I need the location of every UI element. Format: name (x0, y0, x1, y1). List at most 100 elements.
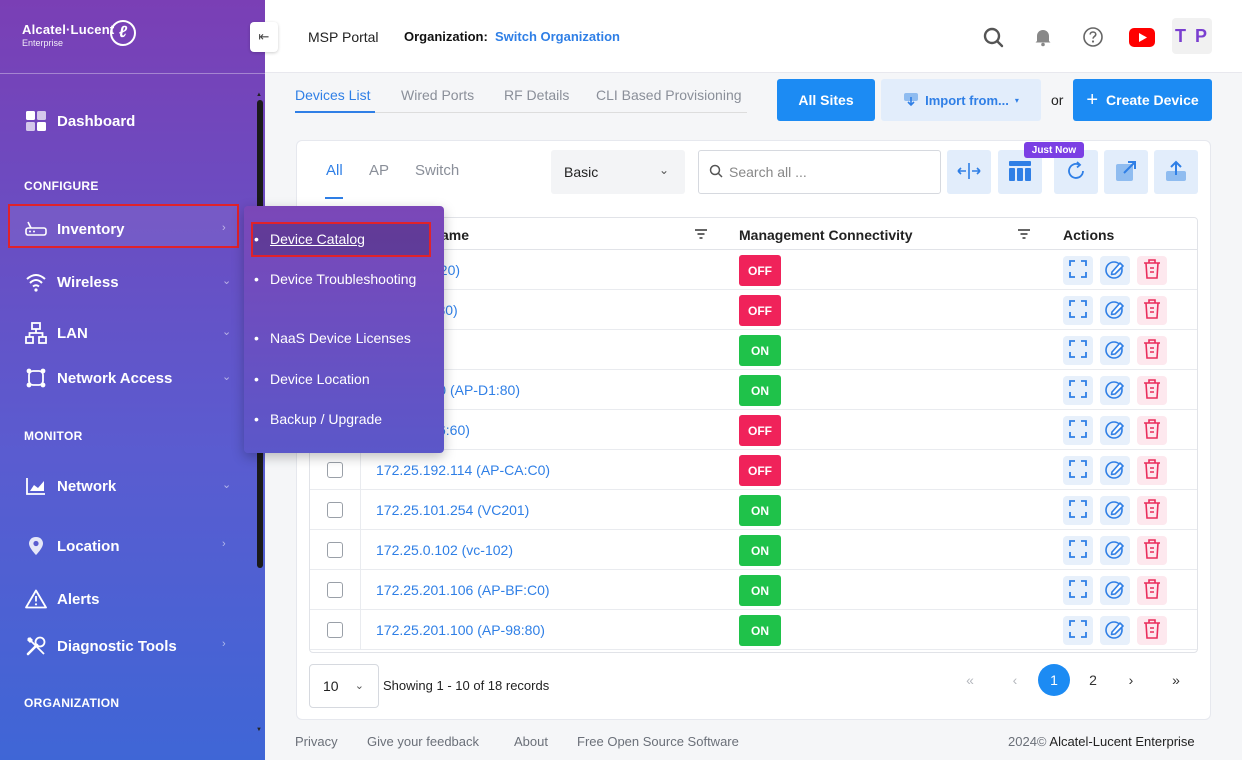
page-button-1[interactable]: 1 (1038, 664, 1070, 696)
resize-columns-button[interactable] (947, 150, 991, 194)
flyout-item-backup-upgrade[interactable]: Backup / Upgrade (254, 410, 430, 429)
create-device-button[interactable]: + Create Device (1073, 79, 1212, 121)
delete-button[interactable] (1137, 576, 1167, 605)
flyout-item-device-troubleshooting[interactable]: Device Troubleshooting (254, 270, 430, 289)
expand-button[interactable] (1063, 536, 1093, 565)
sidebar-item-network-access[interactable]: Network Access (24, 367, 172, 389)
tab-cli-based-provisioning[interactable]: CLI Based Provisioning (596, 87, 742, 103)
delete-button[interactable] (1137, 296, 1167, 325)
edit-button[interactable] (1100, 536, 1130, 565)
edit-button[interactable] (1100, 256, 1130, 285)
footer-link-feedback[interactable]: Give your feedback (367, 734, 479, 749)
scroll-up-icon[interactable]: ▲ (256, 92, 262, 98)
tab-devices-list[interactable]: Devices List (295, 87, 370, 103)
edit-button[interactable] (1100, 616, 1130, 645)
page-size-select[interactable]: 10 ⌄ (309, 664, 379, 708)
expand-button[interactable] (1063, 296, 1093, 325)
view-select[interactable]: Basic ⌄ (551, 150, 685, 194)
bell-icon[interactable] (1032, 26, 1054, 48)
column-header-name[interactable]: ame (441, 227, 469, 243)
edit-button[interactable] (1100, 456, 1130, 485)
previous-page-button[interactable]: ‹ (999, 664, 1031, 696)
sidebar-item-lan[interactable]: LAN (24, 322, 88, 344)
row-checkbox[interactable] (327, 542, 343, 558)
sidebar-item-wireless[interactable]: Wireless (24, 271, 119, 293)
last-page-button[interactable]: » (1160, 664, 1192, 696)
sidebar-item-label: Inventory (57, 220, 125, 238)
scroll-down-icon[interactable]: ▼ (256, 727, 262, 733)
expand-button[interactable] (1063, 576, 1093, 605)
row-checkbox[interactable] (327, 462, 343, 478)
delete-button[interactable] (1137, 256, 1167, 285)
delete-button[interactable] (1137, 416, 1167, 445)
edit-button[interactable] (1100, 296, 1130, 325)
brand-logo[interactable]: Alcatel·Lucent Enterprise (22, 22, 114, 48)
footer-link-open-source[interactable]: Free Open Source Software (577, 734, 739, 749)
footer-link-privacy[interactable]: Privacy (295, 734, 338, 749)
flyout-item-device-location[interactable]: Device Location (254, 370, 430, 389)
device-name-link[interactable]: 172.25.201.100 (AP-98:80) (376, 622, 545, 638)
search-field[interactable] (698, 150, 941, 194)
row-checkbox[interactable] (327, 502, 343, 518)
device-name-link[interactable]: 172.25.0.102 (vc-102) (376, 542, 513, 558)
row-checkbox[interactable] (327, 582, 343, 598)
column-header-management-connectivity[interactable]: Management Connectivity (739, 227, 912, 243)
device-name-link[interactable]: 172.25.201.106 (AP-BF:C0) (376, 582, 550, 598)
active-subtab-indicator (325, 197, 343, 199)
edit-button[interactable] (1100, 376, 1130, 405)
subtab-ap[interactable]: AP (369, 162, 389, 179)
footer-link-about[interactable]: About (514, 734, 548, 749)
next-page-button[interactable]: › (1115, 664, 1147, 696)
user-avatar[interactable]: T P (1172, 18, 1212, 54)
device-name-link[interactable]: 172.25.192.114 (AP-CA:C0) (376, 462, 550, 478)
tab-wired-ports[interactable]: Wired Ports (401, 87, 474, 103)
expand-icon (1068, 579, 1088, 602)
expand-button[interactable] (1063, 496, 1093, 525)
first-page-button[interactable]: « (954, 664, 986, 696)
expand-button[interactable] (1063, 256, 1093, 285)
collapse-sidebar-button[interactable]: ⇤ (250, 22, 278, 52)
edit-button[interactable] (1100, 576, 1130, 605)
sidebar-item-location[interactable]: Location (24, 535, 120, 557)
flyout-item-naas-device-licenses[interactable]: NaaS Device Licenses (254, 329, 430, 348)
sidebar-item-network[interactable]: Network (24, 475, 116, 497)
search-input[interactable] (729, 164, 919, 180)
sidebar-item-dashboard[interactable]: Dashboard (24, 110, 135, 132)
filter-icon[interactable] (1017, 227, 1031, 243)
edit-button[interactable] (1100, 336, 1130, 365)
filter-icon[interactable] (694, 227, 708, 243)
switch-organization-link[interactable]: Switch Organization (495, 29, 620, 44)
subtab-switch[interactable]: Switch (415, 162, 459, 179)
expand-button[interactable] (1063, 616, 1093, 645)
sidebar-item-label: Dashboard (57, 112, 136, 130)
open-external-button[interactable] (1104, 150, 1148, 194)
delete-button[interactable] (1137, 376, 1167, 405)
delete-button[interactable] (1137, 536, 1167, 565)
sidebar-item-diagnostic-tools[interactable]: Diagnostic Tools (24, 635, 177, 657)
page-button-2[interactable]: 2 (1077, 664, 1109, 696)
all-sites-button[interactable]: All Sites (777, 79, 875, 121)
delete-button[interactable] (1137, 616, 1167, 645)
expand-button[interactable] (1063, 456, 1093, 485)
youtube-icon[interactable] (1129, 26, 1155, 48)
column-divider (360, 610, 361, 650)
expand-button[interactable] (1063, 376, 1093, 405)
sidebar-item-alerts[interactable]: Alerts (24, 588, 100, 610)
edit-button[interactable] (1100, 496, 1130, 525)
subtab-all[interactable]: All (326, 162, 343, 179)
device-name-link[interactable]: 172.25.101.254 (VC201) (376, 502, 529, 518)
flyout-item-device-catalog[interactable]: Device Catalog (254, 230, 430, 249)
import-from-button[interactable]: Import from... ▾ (881, 79, 1041, 121)
edit-button[interactable] (1100, 416, 1130, 445)
delete-button[interactable] (1137, 336, 1167, 365)
search-icon[interactable] (982, 26, 1004, 48)
tab-rf-details[interactable]: RF Details (504, 87, 569, 103)
delete-button[interactable] (1137, 496, 1167, 525)
export-button[interactable] (1154, 150, 1198, 194)
help-icon[interactable] (1082, 26, 1104, 48)
sidebar-item-inventory[interactable]: Inventory (24, 218, 125, 240)
delete-button[interactable] (1137, 456, 1167, 485)
expand-button[interactable] (1063, 416, 1093, 445)
expand-button[interactable] (1063, 336, 1093, 365)
row-checkbox[interactable] (327, 622, 343, 638)
